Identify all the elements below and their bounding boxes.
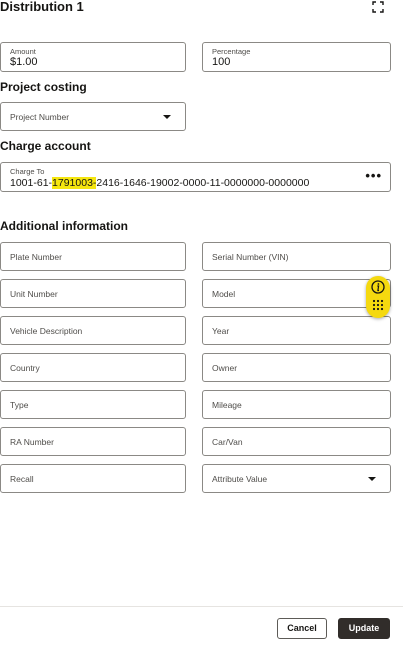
expand-icon[interactable] xyxy=(371,0,385,14)
distribution-panel: Distribution 1 Amount $1.00 Percentage 1… xyxy=(0,0,403,651)
chevron-down-icon xyxy=(163,114,171,119)
recall-field[interactable]: Recall xyxy=(0,464,186,493)
plate-number-placeholder: Plate Number xyxy=(10,251,62,262)
plate-number-field[interactable]: Plate Number xyxy=(0,242,186,271)
attribute-value-placeholder: Attribute Value xyxy=(212,473,268,484)
attribute-value-select[interactable]: Attribute Value xyxy=(202,464,391,493)
charge-to-field[interactable]: Charge To 1001-61-1791003-2416-1646-1900… xyxy=(0,162,391,192)
amount-field[interactable]: Amount $1.00 xyxy=(0,42,186,72)
amount-value: $1.00 xyxy=(10,56,38,68)
chevron-down-icon xyxy=(368,476,376,481)
percentage-label: Percentage xyxy=(212,47,251,56)
charge-account-heading: Charge account xyxy=(0,139,91,153)
footer-divider xyxy=(0,606,403,607)
type-field[interactable]: Type xyxy=(0,390,186,419)
serial-number-field[interactable]: Serial Number (VIN) xyxy=(202,242,391,271)
country-field[interactable]: Country xyxy=(0,353,186,382)
info-icon[interactable] xyxy=(371,280,385,294)
more-options-icon[interactable]: ••• xyxy=(365,169,382,182)
country-placeholder: Country xyxy=(10,362,40,373)
percentage-field[interactable]: Percentage 100 xyxy=(202,42,391,72)
serial-number-placeholder: Serial Number (VIN) xyxy=(212,251,289,262)
percentage-value: 100 xyxy=(212,56,231,68)
unit-number-placeholder: Unit Number xyxy=(10,288,58,299)
page-title: Distribution 1 xyxy=(0,0,84,14)
amount-label: Amount xyxy=(10,47,36,56)
charge-to-value: 1001-61-1791003-2416-1646-19002-0000-11-… xyxy=(10,177,309,189)
project-costing-heading: Project costing xyxy=(0,80,87,94)
type-placeholder: Type xyxy=(10,399,29,410)
charge-to-label: Charge To xyxy=(10,167,45,176)
vehicle-description-field[interactable]: Vehicle Description xyxy=(0,316,186,345)
project-number-placeholder: Project Number xyxy=(10,111,70,122)
floating-helper-widget[interactable] xyxy=(366,276,390,318)
additional-information-heading: Additional information xyxy=(0,219,128,233)
recall-placeholder: Recall xyxy=(10,473,34,484)
year-field[interactable]: Year xyxy=(202,316,391,345)
ra-number-field[interactable]: RA Number xyxy=(0,427,186,456)
unit-number-field[interactable]: Unit Number xyxy=(0,279,186,308)
car-van-field[interactable]: Car/Van xyxy=(202,427,391,456)
vehicle-description-placeholder: Vehicle Description xyxy=(10,325,83,336)
update-button[interactable]: Update xyxy=(338,618,390,639)
cancel-button[interactable]: Cancel xyxy=(277,618,327,639)
year-placeholder: Year xyxy=(212,325,230,336)
car-van-placeholder: Car/Van xyxy=(212,436,243,447)
charge-to-value-prefix: 1001-61- xyxy=(10,177,53,189)
charge-to-value-highlight: 1791003- xyxy=(52,177,97,189)
charge-to-value-suffix: 2416-1646-19002-0000-11-0000000-0000000 xyxy=(96,177,310,189)
mileage-field[interactable]: Mileage xyxy=(202,390,391,419)
mileage-placeholder: Mileage xyxy=(212,399,242,410)
drag-handle-icon[interactable] xyxy=(372,299,384,311)
owner-placeholder: Owner xyxy=(212,362,238,373)
model-placeholder: Model xyxy=(212,288,236,299)
owner-field[interactable]: Owner xyxy=(202,353,391,382)
project-number-select[interactable]: Project Number xyxy=(0,102,186,131)
model-field[interactable]: Model xyxy=(202,279,391,308)
ra-number-placeholder: RA Number xyxy=(10,436,54,447)
